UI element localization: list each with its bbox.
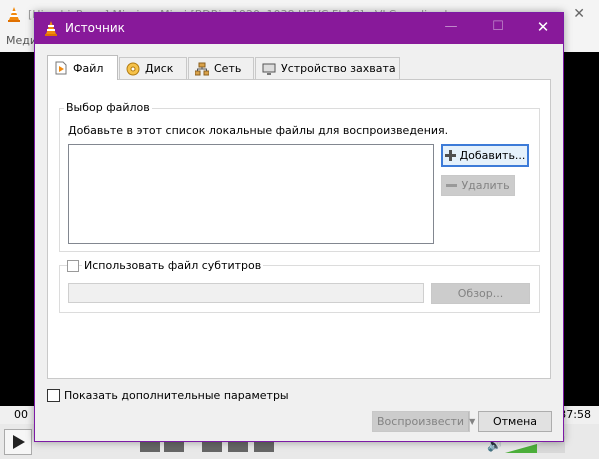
time-elapsed: 00 [14,408,28,421]
subtitle-file-input[interactable] [68,283,424,303]
file-list[interactable] [68,144,434,244]
chevron-down-icon[interactable]: ▼ [469,412,475,431]
remove-button-label: Удалить [461,179,510,192]
close-icon[interactable]: ✕ [531,18,555,38]
browse-button[interactable]: Обзор... [431,283,530,304]
dialog-titlebar: Источник — ☐ ✕ [35,13,563,44]
tab-label: Диск [145,62,174,75]
cancel-button-label: Отмена [492,415,538,428]
file-play-icon [55,61,67,75]
subtitles-checkbox[interactable] [67,260,79,272]
vlc-cone-icon [8,7,20,22]
minus-icon [446,180,458,191]
tab-file[interactable]: Файл [47,55,118,80]
vlc-cone-icon [45,21,57,36]
subtitles-checkbox-label: Использовать файл субтитров [82,259,264,272]
play-split-button[interactable]: Воспроизвести ▼ [372,411,475,432]
network-icon [195,62,209,75]
browse-button-label: Обзор... [457,287,504,300]
add-button-label: Добавить... [459,149,526,162]
tab-capture-device[interactable]: Устройство захвата [255,57,400,79]
file-selection-hint: Добавьте в этот список локальные файлы д… [68,124,449,137]
tab-network[interactable]: Сеть [188,57,254,79]
tab-label: Устройство захвата [281,62,396,75]
vlc-close-icon[interactable]: ✕ [573,6,585,22]
play-button-label[interactable]: Воспроизвести [373,412,470,431]
maximize-icon: ☐ [492,19,504,34]
add-button[interactable]: Добавить... [441,144,529,167]
tab-label: Файл [73,61,104,75]
play-button[interactable] [4,429,32,455]
show-more-options-label: Показать дополнительные параметры [64,389,289,402]
cancel-button[interactable]: Отмена [478,411,552,432]
plus-icon [444,150,456,161]
remove-button[interactable]: Удалить [441,175,515,196]
time-total: 37:58 [559,408,591,421]
capture-device-icon [262,63,276,75]
file-selection-label: Выбор файлов [64,101,152,114]
minimize-icon: — [444,19,458,34]
show-more-options-checkbox[interactable] [47,389,60,402]
tab-disc[interactable]: Диск [119,57,187,79]
source-dialog: Источник — ☐ ✕ Файл Диск Сеть Устройство… [34,12,564,442]
dialog-title: Источник [65,21,125,35]
disc-icon [126,62,140,75]
file-tab-panel: Выбор файлов Добавьте в этот список лока… [47,79,551,379]
tab-label: Сеть [214,62,242,75]
